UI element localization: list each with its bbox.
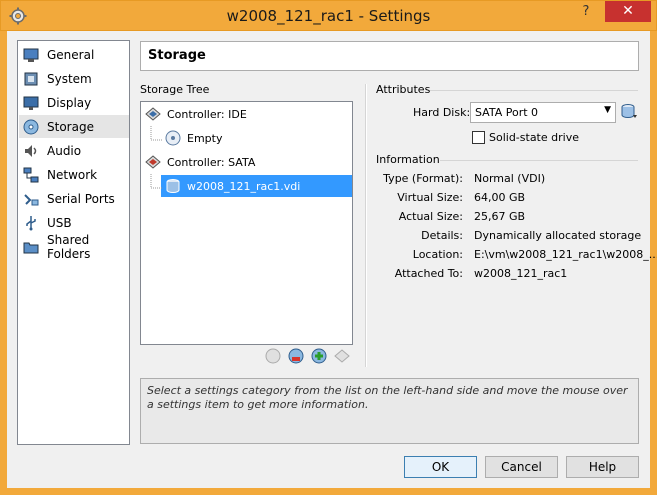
category-label: USB: [47, 215, 72, 230]
info-value-location: E:\vm\w2008_121_rac1\w2008_...: [474, 248, 657, 261]
audio-icon: [25, 144, 37, 157]
category-storage[interactable]: Storage: [19, 115, 129, 138]
storage-icon: [23, 119, 39, 134]
solid-state-checkbox[interactable]: [472, 131, 485, 144]
category-label: General: [47, 47, 95, 62]
information-divider: [440, 160, 638, 161]
hard-disk-icon: [166, 179, 180, 194]
info-value-details: Dynamically allocated storage: [474, 229, 642, 242]
category-label: Display: [47, 95, 92, 110]
display-icon: [23, 96, 39, 110]
title-help-button[interactable]: ?: [573, 1, 599, 22]
tree-item-label: Controller: IDE: [167, 107, 247, 121]
window-frame-bottom: [0, 488, 657, 495]
serial-ports-icon: [24, 193, 39, 205]
hard-disk-port-value: SATA Port 0: [475, 106, 539, 119]
help-text: Select a settings category from the list…: [147, 384, 628, 411]
choose-disk-icon[interactable]: [620, 103, 638, 121]
category-serial-ports[interactable]: Serial Ports: [19, 187, 129, 210]
ide-controller-icon: [145, 107, 161, 121]
usb-icon: [26, 215, 36, 230]
add-attachment-icon[interactable]: [311, 348, 327, 364]
category-audio[interactable]: Audio: [19, 139, 129, 162]
category-label: Storage: [47, 119, 94, 134]
info-key-type: Type (Format):: [383, 172, 463, 185]
add-controller-icon[interactable]: [265, 348, 281, 364]
storage-tree-label: Storage Tree: [140, 83, 210, 96]
category-system[interactable]: System: [19, 67, 129, 90]
category-label: System: [47, 71, 92, 86]
window-frame-right: [650, 31, 657, 495]
attributes-divider: [430, 90, 638, 91]
category-usb[interactable]: USB: [19, 211, 129, 234]
general-icon: [23, 48, 39, 62]
storage-tree[interactable]: Controller: IDE Empty Controller: SATA w…: [140, 101, 353, 345]
info-value-virtual-size: 64,00 GB: [474, 191, 526, 204]
tree-item-label: w2008_121_rac1.vdi: [187, 179, 301, 193]
info-key-attached-to: Attached To:: [394, 267, 463, 280]
category-label: Serial Ports: [47, 191, 115, 206]
solid-state-label[interactable]: Solid-state drive: [489, 131, 579, 144]
tree-item-label: Empty: [187, 131, 223, 145]
page-title: Storage: [148, 48, 206, 63]
window-title: w2008_121_rac1 - Settings: [226, 7, 431, 25]
panel-separator: [365, 84, 367, 367]
tree-item-label: Controller: SATA: [167, 155, 256, 169]
network-icon: [23, 167, 39, 182]
chevron-down-icon: ▼: [604, 105, 611, 115]
category-label: Audio: [47, 143, 82, 158]
tree-optical-empty[interactable]: Empty: [165, 127, 222, 149]
close-button[interactable]: ✕: [605, 1, 651, 22]
category-network[interactable]: Network: [19, 163, 129, 186]
information-label: Information: [376, 153, 440, 166]
category-label: Network: [47, 167, 98, 182]
ok-button[interactable]: OK: [404, 456, 477, 478]
category-shared-folders[interactable]: Shared Folders: [19, 232, 129, 261]
page-title-box: Storage: [140, 41, 639, 71]
settings-category-list[interactable]: General System Display Storage Audio Net…: [17, 40, 130, 445]
info-key-actual-size: Actual Size:: [398, 210, 463, 223]
attributes-label: Attributes: [376, 83, 431, 96]
remove-controller-icon[interactable]: [288, 348, 304, 364]
info-value-type: Normal (VDI): [474, 172, 546, 185]
window-frame-left: [0, 31, 7, 495]
tree-connector-lines: [150, 126, 163, 189]
system-icon: [24, 72, 38, 85]
tree-controller-ide[interactable]: Controller: IDE: [145, 103, 247, 125]
info-key-location: Location:: [412, 248, 463, 261]
info-value-attached-to: w2008_121_rac1: [474, 267, 568, 280]
info-key-details: Details:: [421, 229, 463, 242]
hard-disk-label: Hard Disk:: [413, 106, 471, 119]
category-general[interactable]: General: [19, 43, 129, 66]
remove-attachment-icon[interactable]: [334, 348, 350, 364]
title-bar[interactable]: w2008_121_rac1 - Settings ? ✕: [0, 0, 657, 31]
category-display[interactable]: Display: [19, 91, 129, 114]
optical-disc-icon: [165, 130, 181, 146]
info-value-actual-size: 25,67 GB: [474, 210, 526, 223]
help-button[interactable]: Help: [566, 456, 639, 478]
category-label: Shared Folders: [47, 232, 91, 261]
cancel-button[interactable]: Cancel: [485, 456, 558, 478]
tree-hard-disk[interactable]: w2008_121_rac1.vdi: [161, 175, 352, 197]
help-description-box: Select a settings category from the list…: [140, 378, 639, 444]
info-key-virtual-size: Virtual Size:: [397, 191, 463, 204]
shared-folders-icon: [23, 242, 39, 253]
hard-disk-port-select[interactable]: SATA Port 0 ▼: [470, 102, 616, 123]
